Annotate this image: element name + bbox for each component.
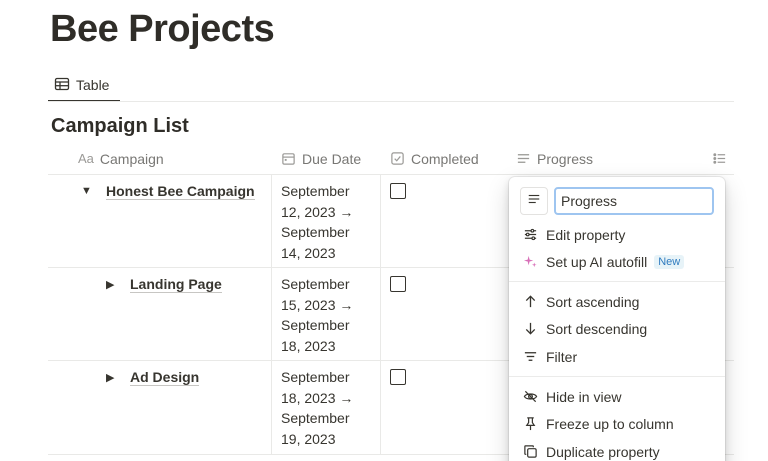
filter-icon [522, 349, 538, 365]
table-icon [54, 76, 70, 95]
menu-item-label: Sort descending [546, 320, 648, 337]
date-line: 12, 2023 → [281, 203, 354, 220]
date-line: September [281, 369, 350, 385]
menu-divider [509, 281, 725, 282]
date-line: 19, 2023 [281, 431, 336, 448]
date-line: 18, 2023 → [281, 389, 354, 406]
property-type-button[interactable] [520, 187, 548, 215]
due-date-cell[interactable]: September 15, 2023 → September 18, 2023 [272, 268, 381, 360]
campaign-name[interactable]: Ad Design [130, 369, 200, 386]
tabs-divider [48, 101, 734, 102]
completed-cell [381, 361, 508, 454]
completed-checkbox[interactable] [390, 369, 406, 385]
sort-descending-menu-item[interactable]: Sort descending [509, 315, 725, 342]
ai-autofill-menu-item[interactable]: Set up AI autofill New [509, 248, 725, 275]
edit-property-menu-item[interactable]: Edit property [509, 221, 725, 248]
eye-off-icon [522, 389, 538, 405]
text-lines-icon [527, 192, 541, 211]
menu-item-label: Hide in view [546, 388, 622, 405]
sparkle-icon [522, 254, 538, 270]
date-line: September [281, 224, 350, 241]
campaign-name[interactable]: Landing Page [130, 276, 222, 293]
tab-label: Table [76, 77, 110, 93]
text-lines-icon [516, 151, 531, 166]
date-line: September [281, 276, 350, 292]
completed-checkbox[interactable] [390, 183, 406, 199]
due-date-cell[interactable]: September 18, 2023 → September 19, 2023 [272, 361, 381, 454]
column-label: Campaign [99, 150, 164, 167]
date-line: September [281, 410, 350, 427]
date-line: September [281, 317, 350, 334]
arrow-down-icon [522, 321, 538, 337]
menu-item-label: Duplicate property [546, 443, 660, 460]
filter-menu-item[interactable]: Filter [509, 343, 725, 370]
column-label: Due Date [302, 150, 362, 167]
arrow-up-icon [522, 294, 538, 310]
hide-in-view-menu-item[interactable]: Hide in view [509, 383, 725, 410]
copy-icon [522, 444, 538, 460]
menu-item-label: Freeze up to column [546, 415, 674, 432]
column-header-due-date[interactable]: Due Date [281, 142, 361, 175]
menu-item-label: Edit property [546, 226, 626, 243]
column-header-progress[interactable]: Progress [516, 142, 593, 175]
toggle-collapsed-icon[interactable]: ▶ [106, 371, 114, 384]
column-label: Progress [537, 150, 594, 167]
due-date-cell[interactable]: September 12, 2023 → September 14, 2023 [272, 175, 381, 267]
property-name-editor [520, 187, 714, 215]
toggle-collapsed-icon[interactable]: ▶ [106, 278, 114, 291]
column-header-campaign[interactable]: Aa Campaign [78, 142, 164, 175]
table-header: Aa Campaign Due Date Completed Progress [48, 142, 734, 175]
campaign-name[interactable]: Honest Bee Campaign [106, 183, 255, 200]
campaign-cell[interactable]: ▼ Honest Bee Campaign [48, 175, 272, 267]
menu-item-label: Filter [546, 348, 578, 365]
property-name-input[interactable] [554, 187, 714, 215]
campaign-cell[interactable]: ▶ Landing Page [48, 268, 272, 360]
checkbox-icon [390, 151, 405, 166]
add-property-button[interactable] [712, 142, 727, 175]
date-line: September [281, 183, 350, 199]
title-property-icon: Aa [78, 151, 94, 166]
property-menu: Edit property Set up AI autofill New Sor… [509, 177, 725, 461]
duplicate-property-menu-item[interactable]: Duplicate property [509, 438, 725, 461]
sliders-icon [522, 227, 538, 243]
date-line: 14, 2023 [281, 245, 336, 262]
menu-item-label: Sort ascending [546, 293, 640, 310]
menu-divider [509, 376, 725, 377]
calendar-icon [281, 151, 296, 166]
database-title[interactable]: Campaign List [51, 115, 189, 138]
completed-checkbox[interactable] [390, 276, 406, 292]
toggle-expanded-icon[interactable]: ▼ [81, 185, 92, 197]
menu-item-label: Set up AI autofill [546, 253, 648, 270]
column-label: Completed [411, 150, 479, 167]
campaign-cell[interactable]: ▶ Ad Design [48, 361, 272, 454]
completed-cell [381, 175, 508, 267]
pin-icon [522, 416, 538, 432]
tab-table-view[interactable]: Table [48, 70, 120, 102]
freeze-column-menu-item[interactable]: Freeze up to column [509, 410, 725, 437]
column-header-completed[interactable]: Completed [390, 142, 479, 175]
list-settings-icon [712, 151, 727, 166]
new-badge: New [654, 254, 685, 269]
completed-cell [381, 268, 508, 360]
page-title: Bee Projects [50, 8, 275, 50]
date-line: 15, 2023 → [281, 296, 354, 313]
date-line: 18, 2023 [281, 338, 336, 355]
sort-ascending-menu-item[interactable]: Sort ascending [509, 288, 725, 315]
